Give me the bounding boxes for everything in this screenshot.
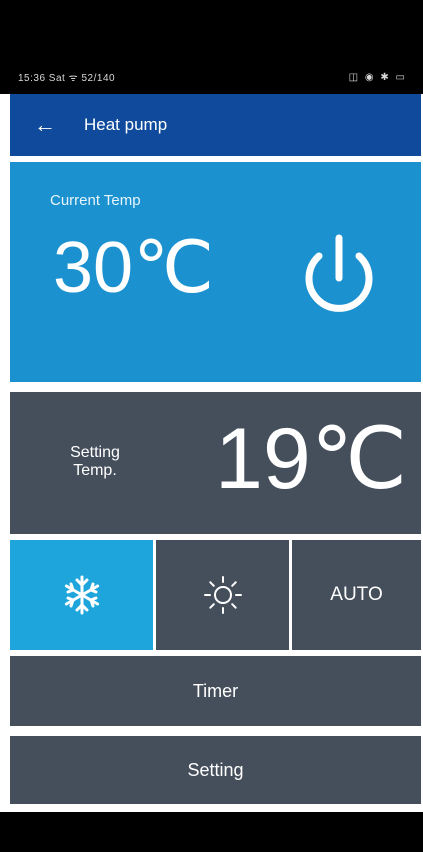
setting-temp-panel[interactable]: Setting Temp. 19℃: [10, 392, 421, 534]
current-temp-label: Current Temp: [50, 192, 141, 209]
status-time-network: 15:36 Sat ᯤ 52/140: [18, 73, 116, 84]
mode-selector: AUTO: [10, 540, 421, 650]
sun-icon: [203, 576, 242, 614]
power-icon[interactable]: [296, 234, 382, 320]
timer-button[interactable]: Timer: [10, 656, 421, 726]
setting-button[interactable]: Setting: [10, 736, 421, 804]
setting-temp-value[interactable]: 19℃: [215, 416, 407, 502]
page-title: Heat pump: [84, 115, 168, 134]
auto-mode-button[interactable]: AUTO: [292, 540, 421, 650]
setting-temp-label: Setting Temp.: [70, 444, 120, 479]
current-temp-panel: Current Temp 30℃: [10, 162, 421, 382]
status-icons: ◫ ◉ ✱ ▭: [348, 71, 407, 83]
current-temp-value: 30℃: [53, 228, 214, 308]
app-bar: ← Heat pump: [10, 94, 421, 156]
bottom-black-area: [0, 812, 423, 852]
snowflake-icon: [64, 575, 99, 615]
top-black-area: [0, 0, 423, 60]
cool-mode-button[interactable]: [10, 540, 153, 650]
heat-pump-screen: 15:36 Sat ᯤ 52/140 ◫ ◉ ✱ ▭ ← Heat pump C…: [0, 0, 423, 852]
back-arrow-icon[interactable]: ←: [34, 114, 56, 136]
status-bar: 15:36 Sat ᯤ 52/140 ◫ ◉ ✱ ▭: [0, 60, 423, 94]
heat-mode-button[interactable]: [156, 540, 289, 650]
